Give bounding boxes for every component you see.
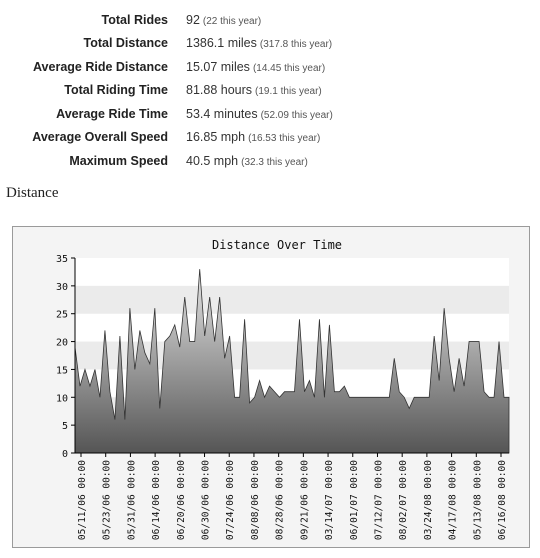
x-tick-label: 08/02/07 00:00	[398, 460, 409, 540]
stat-row: Total Rides 92 (22 this year)	[0, 8, 333, 32]
stat-label: Average Ride Time	[56, 106, 168, 121]
stat-label: Average Overall Speed	[32, 130, 168, 145]
y-tick-label: 10	[56, 393, 68, 404]
x-tick-label: 06/01/07 00:00	[349, 460, 360, 540]
y-tick-label: 25	[56, 310, 68, 321]
stat-year-value: (52.09 this year)	[260, 109, 333, 121]
stat-row: Maximum Speed 40.5 mph (32.3 this year)	[0, 149, 333, 173]
stat-value-cell: 16.85 mph (16.53 this year)	[186, 126, 333, 150]
x-tick-label: 07/12/07 00:00	[373, 460, 384, 540]
x-tick-label: 08/28/06 00:00	[275, 460, 286, 540]
stat-value: 81.88 hours	[186, 83, 253, 98]
chart-title: Distance Over Time	[212, 238, 342, 252]
stat-label: Total Rides	[101, 12, 168, 27]
y-tick-label: 0	[62, 449, 68, 460]
stat-row: Total Riding Time 81.88 hours (19.1 this y…	[0, 79, 333, 103]
x-tick-label: 07/24/06 00:00	[225, 460, 236, 540]
stat-year-value: (16.53 this year)	[248, 133, 321, 145]
stat-label: Average Ride Distance	[32, 59, 168, 74]
stat-value-cell: 15.07 miles (14.45 this year)	[186, 55, 333, 79]
stat-value-cell: 53.4 minutes (52.09 this year)	[186, 102, 333, 126]
distance-chart: 0 5 10 15 20 25 30 35 05/11/06 00:00 05/23/06 00…	[12, 226, 530, 548]
stat-value-cell: 40.5 mph (32.3 this year)	[186, 149, 333, 173]
x-tick-label: 06/16/08 00:00	[497, 460, 508, 540]
stat-row: Average Overall Speed 16.85 mph (16.53 thi…	[0, 126, 333, 150]
stat-row: Average Ride Time 53.4 minutes (52.09 this…	[0, 102, 333, 126]
stat-year-value: (19.1 this year)	[255, 86, 322, 98]
y-tick-label: 30	[56, 282, 68, 293]
section-heading-distance: Distance	[6, 185, 59, 201]
stat-year-value: (22 this year)	[202, 15, 262, 27]
stat-value: 92	[186, 12, 200, 27]
x-tick-label: 05/11/06 00:00	[77, 460, 88, 540]
stat-row: Total Distance 1386.1 miles (317.8 this ye…	[0, 32, 333, 56]
x-tick-label: 05/13/08 00:00	[472, 460, 483, 540]
stat-value-cell: 92 (22 this year)	[186, 8, 333, 32]
stat-label: Total Distance	[83, 36, 168, 51]
x-tick-label: 06/20/06 00:00	[176, 460, 187, 540]
stat-row: Average Ride Distance 15.07 miles (14.45 t…	[0, 55, 333, 79]
y-tick-label: 35	[56, 254, 68, 265]
x-tick-label: 06/30/06 00:00	[201, 460, 212, 540]
stats-table: Total Rides 92 (22 this year) Total Distanc…	[0, 8, 333, 173]
stat-label: Total Riding Time	[64, 83, 168, 98]
stat-value: 53.4 minutes	[186, 106, 258, 121]
stat-value: 15.07 miles	[186, 59, 250, 74]
x-tick-label: 09/21/06 00:00	[299, 460, 310, 540]
stat-value: 40.5 mph	[186, 153, 239, 168]
stat-year-value: (32.3 this year)	[241, 156, 308, 168]
x-tick-label: 03/24/08 00:00	[423, 460, 434, 540]
x-tick-label: 05/31/06 00:00	[126, 460, 137, 540]
y-tick-label: 15	[56, 365, 68, 376]
stat-year-value: (317.8 this year)	[259, 39, 333, 51]
stat-value: 1386.1 miles	[186, 36, 257, 51]
x-tick-label: 04/17/08 00:00	[448, 460, 459, 540]
y-tick-label: 20	[56, 338, 68, 349]
y-tick-label: 5	[62, 421, 68, 432]
stat-label: Maximum Speed	[69, 153, 168, 168]
stat-value: 16.85 mph	[186, 130, 246, 145]
stat-value-cell: 1386.1 miles (317.8 this year)	[186, 32, 333, 56]
x-tick-label: 03/14/07 00:00	[324, 460, 335, 540]
x-tick-label: 08/08/06 00:00	[250, 460, 261, 540]
stat-year-value: (14.45 this year)	[252, 62, 326, 74]
chart-canvas: 0 5 10 15 20 25 30 35 05/11/06 00:00 05/23/06 00…	[56, 238, 510, 540]
stat-value-cell: 81.88 hours (19.1 this year)	[186, 79, 333, 103]
x-tick-label: 06/14/06 00:00	[151, 460, 162, 540]
x-tick-label: 05/23/06 00:00	[102, 460, 113, 540]
